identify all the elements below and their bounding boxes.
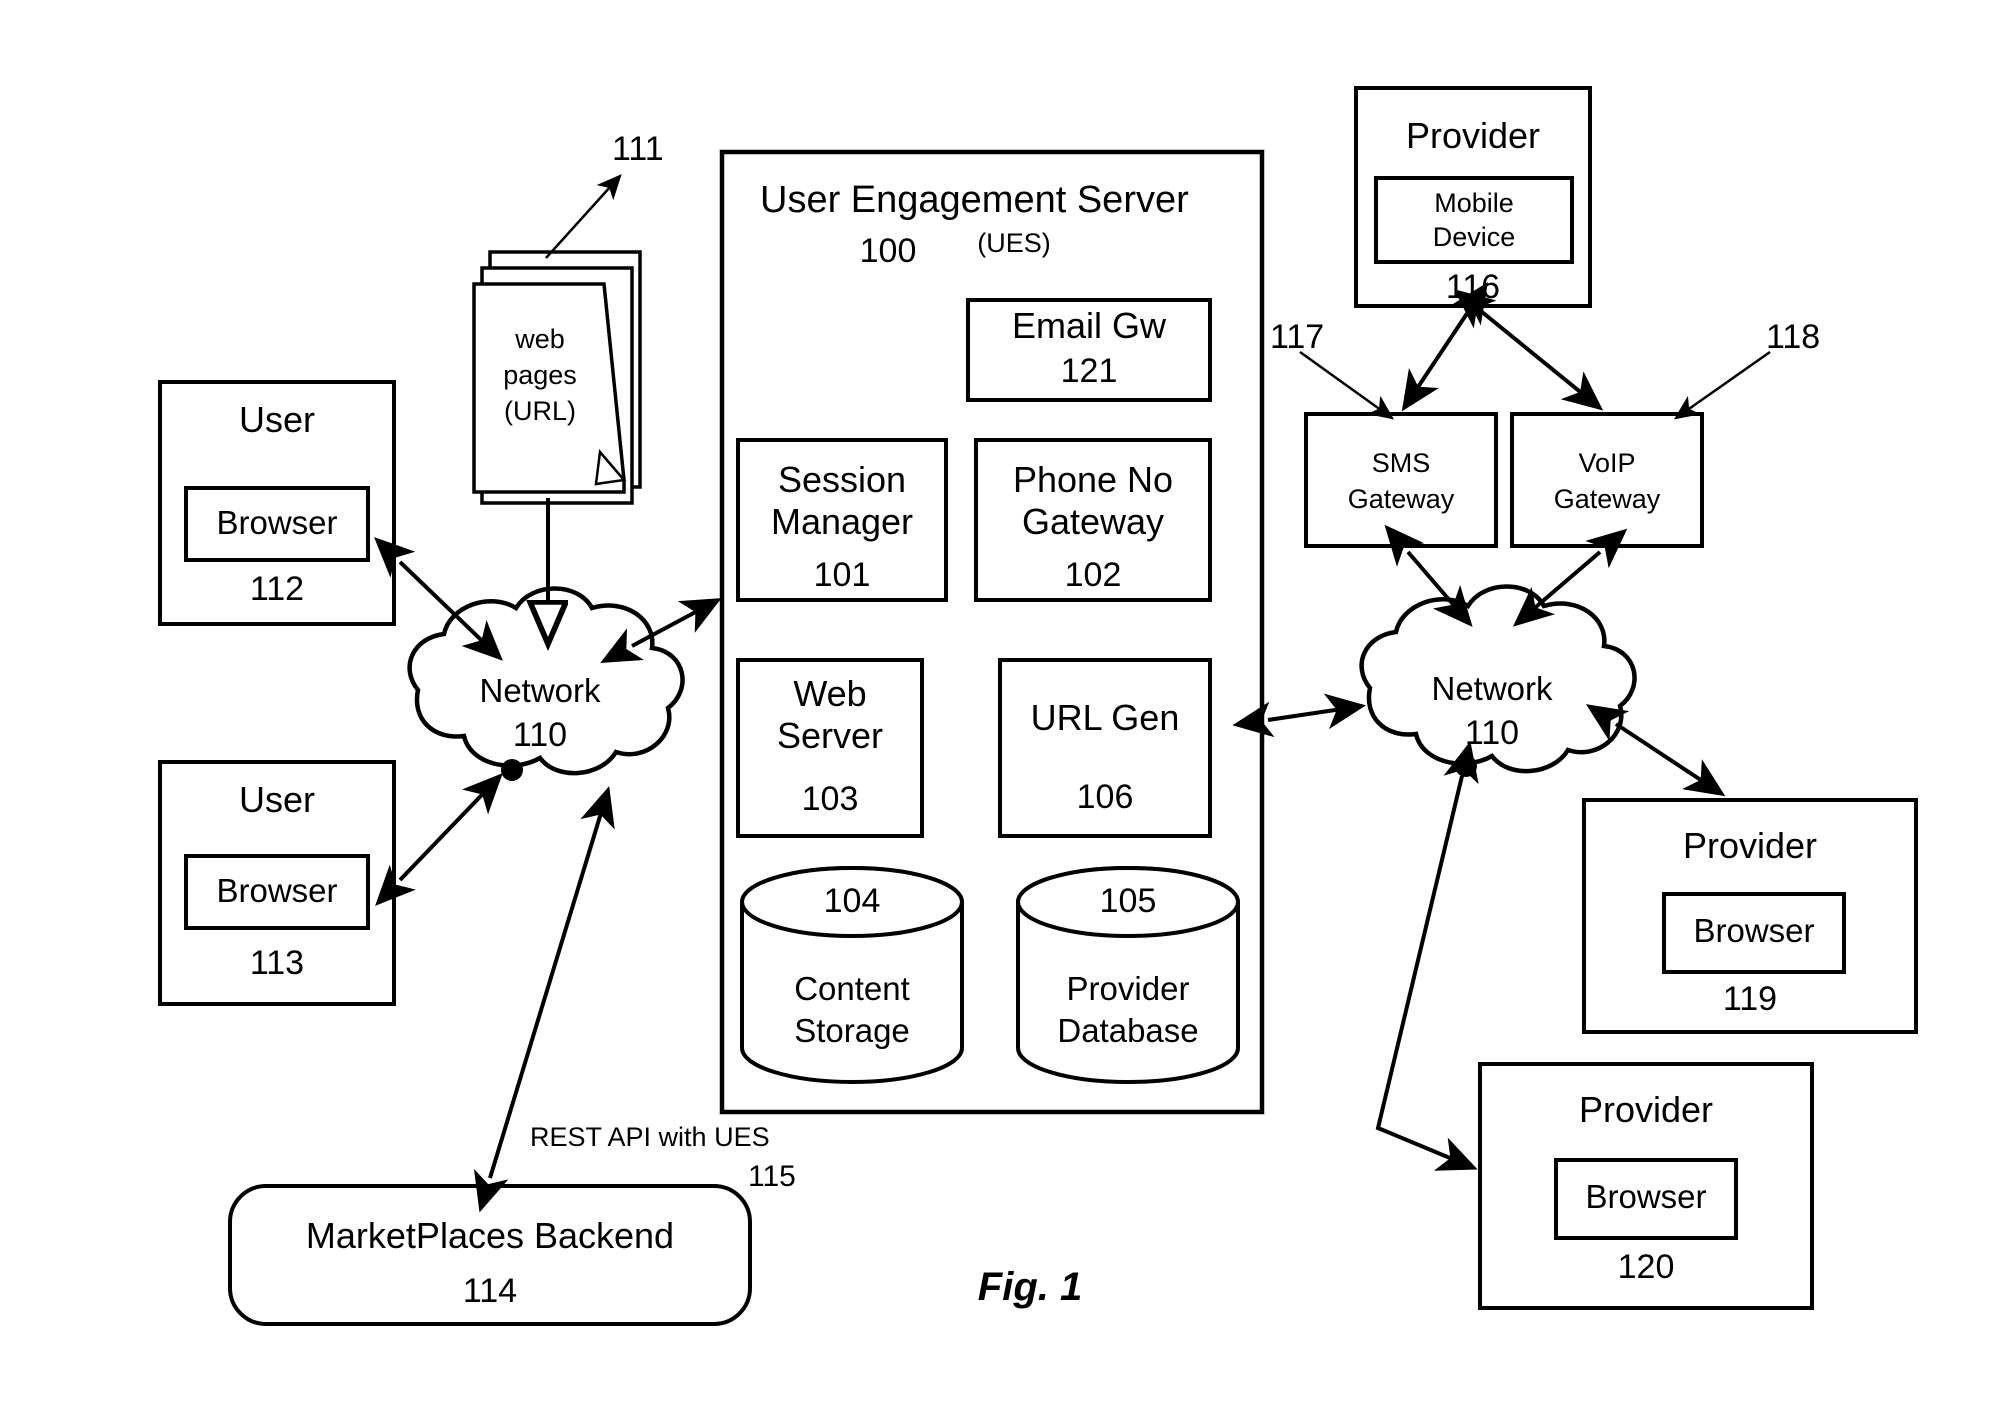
- voip-gateway-leader-line: [1673, 350, 1771, 420]
- connector-marketplaces-network: [473, 786, 615, 1213]
- user-112-title: User: [239, 399, 315, 440]
- sms-gateway-box[interactable]: [1304, 412, 1498, 548]
- provider-119-ref: 119: [1723, 980, 1777, 1018]
- patent-figure-1: User Engagement Server 100 (UES) Email G…: [0, 0, 2013, 1408]
- voip-gateway-box[interactable]: [1510, 412, 1704, 548]
- provider-mobile-title: Provider: [1406, 115, 1540, 156]
- figure-canvas: User Engagement Server 100 (UES) Email G…: [158, 86, 1918, 1326]
- sms-gateway-ref: 117: [1270, 318, 1324, 356]
- url-gen-ref: 106: [1077, 778, 1134, 816]
- user-113-browser-label: Browser: [216, 872, 337, 909]
- sms-gateway-leader-line: [1299, 350, 1395, 420]
- connector-network-provider120: [1375, 740, 1479, 1171]
- network-right-ref: 110: [1465, 714, 1519, 752]
- web-pages-line-1: web: [514, 324, 565, 354]
- user-112[interactable]: User Browser 112: [158, 380, 396, 626]
- provider-mobile-ref: 116: [1446, 268, 1500, 306]
- provider-database-label-1: Provider: [1067, 970, 1190, 1007]
- session-manager-label-1: Session: [778, 459, 906, 500]
- connector-network-provider119: [1585, 704, 1726, 797]
- provider-119-browser-label: Browser: [1693, 912, 1814, 949]
- provider-120-browser-label: Browser: [1585, 1178, 1706, 1215]
- network-left-label: Network: [479, 672, 601, 709]
- phone-no-gateway-label-2: Gateway: [1022, 501, 1164, 542]
- email-gw-ref: 121: [1061, 352, 1118, 390]
- user-113-ref: 113: [250, 944, 304, 982]
- sms-gateway-label-2: Gateway: [1348, 484, 1455, 514]
- rest-api-label: REST API with UES: [530, 1122, 770, 1152]
- user-113[interactable]: User Browser 113: [158, 760, 396, 1006]
- module-phone-no-gateway[interactable]: Phone No Gateway 102: [974, 438, 1212, 602]
- url-gen-label: URL Gen: [1031, 697, 1180, 738]
- web-server-label-1: Web: [793, 673, 866, 714]
- web-server-ref: 103: [802, 780, 859, 818]
- web-pages-line-3: (URL): [504, 396, 576, 426]
- user-112-browser-label: Browser: [216, 504, 337, 541]
- provider-120-title: Provider: [1579, 1089, 1713, 1130]
- provider-database-label-2: Database: [1057, 1012, 1198, 1049]
- provider-119[interactable]: Provider Browser 119: [1582, 798, 1918, 1034]
- provider-mobile-device-label-1: Mobile: [1434, 188, 1514, 218]
- ues-abbrev: (UES): [977, 228, 1051, 258]
- content-storage-label-2: Storage: [794, 1012, 910, 1049]
- marketplaces-backend-label: MarketPlaces Backend: [306, 1215, 674, 1256]
- voip-gateway-label-2: Gateway: [1554, 484, 1661, 514]
- module-web-server[interactable]: Web Server 103: [736, 658, 924, 838]
- content-storage-ref: 104: [824, 882, 881, 920]
- content-storage-label-1: Content: [794, 970, 910, 1007]
- provider-database-ref: 105: [1100, 882, 1157, 920]
- voip-gateway-ref: 118: [1766, 318, 1820, 356]
- session-manager-ref: 101: [814, 556, 871, 594]
- module-url-gen[interactable]: URL Gen 106: [998, 658, 1212, 838]
- phone-no-gateway-ref: 102: [1065, 556, 1122, 594]
- user-113-title: User: [239, 779, 315, 820]
- marketplaces-backend-ref: 114: [463, 1272, 517, 1310]
- sms-gateway[interactable]: SMS Gateway 117: [1270, 318, 1498, 548]
- provider-119-title: Provider: [1683, 825, 1817, 866]
- rest-api-annotation: REST API with UES 115: [530, 1122, 796, 1193]
- provider-mobile-116[interactable]: Provider Mobile Device 116: [1354, 86, 1592, 308]
- email-gw-label: Email Gw: [1012, 305, 1167, 346]
- provider-120[interactable]: Provider Browser 120: [1478, 1062, 1814, 1310]
- web-pages-ref: 111: [612, 130, 664, 168]
- voip-gateway[interactable]: VoIP Gateway 118: [1510, 318, 1820, 548]
- connector-user113-network: [375, 773, 503, 906]
- rest-api-ref: 115: [748, 1160, 796, 1193]
- network-right: Network 110: [1359, 584, 1637, 777]
- phone-no-gateway-label-1: Phone No: [1013, 459, 1173, 500]
- module-session-manager[interactable]: Session Manager 101: [736, 438, 948, 602]
- module-email-gw[interactable]: Email Gw 121: [966, 298, 1212, 402]
- marketplaces-backend[interactable]: MarketPlaces Backend 114: [228, 1184, 752, 1326]
- web-pages-document-stack: web pages (URL) 111: [472, 130, 664, 505]
- store-content-storage[interactable]: 104 Content Storage: [740, 866, 964, 1084]
- session-manager-label-2: Manager: [771, 501, 913, 542]
- store-provider-database[interactable]: 105 Provider Database: [1016, 866, 1240, 1084]
- user-112-ref: 112: [250, 570, 304, 608]
- network-right-junction-dot: [1455, 755, 1477, 777]
- ues-title: User Engagement Server: [760, 179, 1189, 221]
- provider-mobile-device-label-2: Device: [1433, 222, 1516, 252]
- web-pages-line-2: pages: [503, 360, 577, 390]
- voip-gateway-label-1: VoIP: [1578, 448, 1635, 478]
- web-pages-leader-line: [545, 174, 622, 259]
- connector-ues-network-right: [1232, 693, 1366, 738]
- web-server-label-2: Server: [777, 715, 883, 756]
- figure-caption: Fig. 1: [978, 1265, 1082, 1309]
- connector-mobile-voip: [1454, 289, 1604, 411]
- connector-mobile-sms: [1401, 282, 1488, 412]
- network-left-junction-dot: [501, 759, 523, 781]
- network-right-label: Network: [1431, 670, 1553, 707]
- provider-120-ref: 120: [1618, 1248, 1675, 1286]
- ues-ref: 100: [860, 232, 917, 270]
- network-left-ref: 110: [513, 716, 567, 754]
- sms-gateway-label-1: SMS: [1372, 448, 1431, 478]
